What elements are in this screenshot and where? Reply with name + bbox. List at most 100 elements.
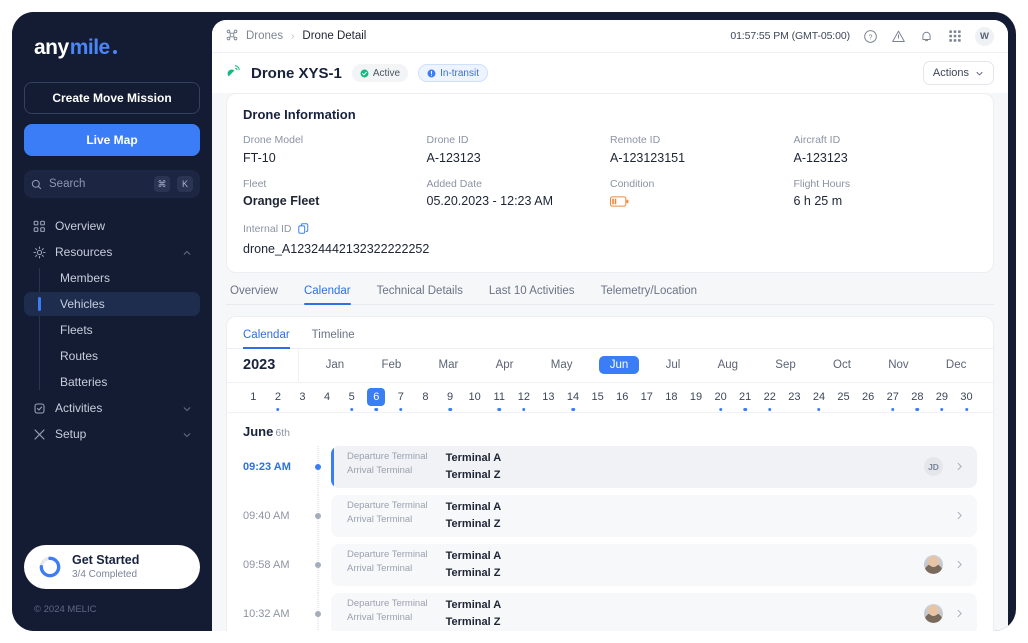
chevron-right-icon[interactable] <box>954 559 965 570</box>
day-14[interactable]: 14 <box>564 388 582 412</box>
day-22[interactable]: 22 <box>761 388 779 412</box>
sidebar-item-setup[interactable]: Setup <box>24 422 200 446</box>
month-sep[interactable]: Sep <box>764 356 806 374</box>
sidebar-item-resources[interactable]: Resources <box>24 240 200 264</box>
sidebar-item-label: Activities <box>55 401 103 415</box>
chevron-right-icon[interactable] <box>954 461 965 472</box>
day-30[interactable]: 30 <box>958 388 976 412</box>
field-value: A-123123 <box>793 150 848 165</box>
day-26[interactable]: 26 <box>859 388 877 406</box>
arrival-terminal-label: Arrival Terminal <box>347 563 413 575</box>
day-15[interactable]: 15 <box>589 388 607 406</box>
month-dec[interactable]: Dec <box>935 356 977 374</box>
day-27[interactable]: 27 <box>884 388 902 412</box>
month-nov[interactable]: Nov <box>877 356 919 374</box>
timeline-line <box>317 445 319 495</box>
day-4[interactable]: 4 <box>318 388 336 406</box>
schedule-row[interactable]: 09:58 AM Departure Terminal Arrival Termin… <box>243 543 977 593</box>
tab-overview[interactable]: Overview <box>230 285 278 304</box>
field-label: Condition <box>610 177 655 190</box>
status-badge-active-label: Active <box>372 67 401 79</box>
copy-icon[interactable] <box>298 223 309 239</box>
chevron-right-icon[interactable] <box>954 510 965 521</box>
sidebar-item-activities[interactable]: Activities <box>24 396 200 420</box>
schedule-row[interactable]: 09:23 AM Departure Terminal Arrival Termin… <box>243 445 977 495</box>
day-11[interactable]: 11 <box>490 388 508 412</box>
month-aug[interactable]: Aug <box>707 356 749 374</box>
day-event-dot <box>497 407 501 412</box>
chevron-right-icon[interactable] <box>954 608 965 619</box>
tab-last-10-activities[interactable]: Last 10 Activities <box>489 285 575 304</box>
schedule-row-body[interactable]: Departure Terminal Arrival Terminal Termin… <box>331 592 977 631</box>
get-started-card[interactable]: Get Started 3/4 Completed <box>24 545 200 589</box>
sidebar-item-vehicles[interactable]: Vehicles <box>24 292 200 316</box>
timeline-dot <box>315 561 321 568</box>
day-28[interactable]: 28 <box>908 388 926 412</box>
day-5[interactable]: 5 <box>343 388 361 412</box>
breadcrumb-root[interactable]: Drones <box>246 30 283 42</box>
sidebar-item-members[interactable]: Members <box>24 266 200 290</box>
day-16[interactable]: 16 <box>613 388 631 406</box>
sidebar-item-routes[interactable]: Routes <box>24 344 200 368</box>
tab-telemetry-location[interactable]: Telemetry/Location <box>601 285 698 304</box>
help-icon[interactable]: ? <box>863 29 878 44</box>
progress-ring-icon <box>39 556 61 578</box>
apps-grid-icon[interactable] <box>947 29 962 44</box>
month-oct[interactable]: Oct <box>822 356 862 374</box>
day-18[interactable]: 18 <box>662 388 680 406</box>
subtab-timeline[interactable]: Timeline <box>312 329 355 348</box>
day-10[interactable]: 10 <box>466 388 484 406</box>
user-avatar[interactable]: W <box>975 26 994 46</box>
month-apr[interactable]: Apr <box>485 356 525 374</box>
day-23[interactable]: 23 <box>785 388 803 406</box>
actions-button[interactable]: Actions <box>922 61 994 85</box>
day-6[interactable]: 6 <box>367 388 386 412</box>
day-1[interactable]: 1 <box>244 388 262 406</box>
calendar-year[interactable]: 2023 <box>227 348 299 382</box>
terminal-values: Terminal A Terminal Z <box>446 548 502 582</box>
day-9[interactable]: 9 <box>441 388 459 412</box>
field-label: Remote ID <box>610 134 661 146</box>
day-29[interactable]: 29 <box>933 388 951 412</box>
month-feb[interactable]: Feb <box>370 356 412 374</box>
sidebar-item-overview[interactable]: Overview <box>24 214 200 238</box>
tab-technical-details[interactable]: Technical Details <box>377 285 463 304</box>
day-19[interactable]: 19 <box>687 388 705 406</box>
schedule-row[interactable]: 09:40 AM Departure Terminal Arrival Termin… <box>243 494 977 544</box>
selected-day-ordinal: 6th <box>275 426 290 439</box>
resources-icon <box>32 245 46 259</box>
month-mar[interactable]: Mar <box>428 356 470 374</box>
day-17[interactable]: 17 <box>638 388 656 406</box>
create-move-mission-button[interactable]: Create Move Mission <box>24 82 200 114</box>
day-8[interactable]: 8 <box>416 388 434 406</box>
day-3[interactable]: 3 <box>293 388 311 406</box>
get-started-subtitle: 3/4 Completed <box>72 568 138 580</box>
schedule-row[interactable]: 10:32 AM Departure Terminal Arrival Termin… <box>243 592 977 631</box>
day-7[interactable]: 7 <box>392 388 410 412</box>
day-12[interactable]: 12 <box>515 388 533 412</box>
tab-calendar[interactable]: Calendar <box>303 285 351 305</box>
day-20[interactable]: 20 <box>712 388 730 412</box>
schedule-row-body[interactable]: Departure Terminal Arrival Terminal Termin… <box>331 543 977 586</box>
day-13[interactable]: 13 <box>539 388 557 406</box>
day-21[interactable]: 21 <box>736 388 754 412</box>
warning-icon[interactable] <box>891 29 906 44</box>
search-box[interactable]: Search ⌘ K <box>24 170 200 198</box>
subtab-calendar[interactable]: Calendar <box>243 329 290 349</box>
schedule-list: 09:23 AM Departure Terminal Arrival Termin… <box>227 445 993 631</box>
month-jan[interactable]: Jan <box>315 356 356 374</box>
live-map-button[interactable]: Live Map <box>24 124 200 156</box>
sidebar-item-batteries[interactable]: Batteries <box>24 370 200 394</box>
day-25[interactable]: 25 <box>835 388 853 406</box>
content-scroll: Drone Information Drone Model FT-10 Dron… <box>212 93 1008 631</box>
month-may[interactable]: May <box>540 356 584 374</box>
day-24[interactable]: 24 <box>810 388 828 412</box>
search-input[interactable]: Search <box>49 178 147 190</box>
month-jun[interactable]: Jun <box>598 356 640 375</box>
schedule-row-body[interactable]: Departure Terminal Arrival Terminal Termin… <box>331 445 977 488</box>
bell-icon[interactable] <box>919 29 934 44</box>
schedule-row-body[interactable]: Departure Terminal Arrival Terminal Termin… <box>331 494 977 537</box>
sidebar-item-fleets[interactable]: Fleets <box>24 318 200 342</box>
day-2[interactable]: 2 <box>269 388 287 412</box>
month-jul[interactable]: Jul <box>655 356 692 374</box>
